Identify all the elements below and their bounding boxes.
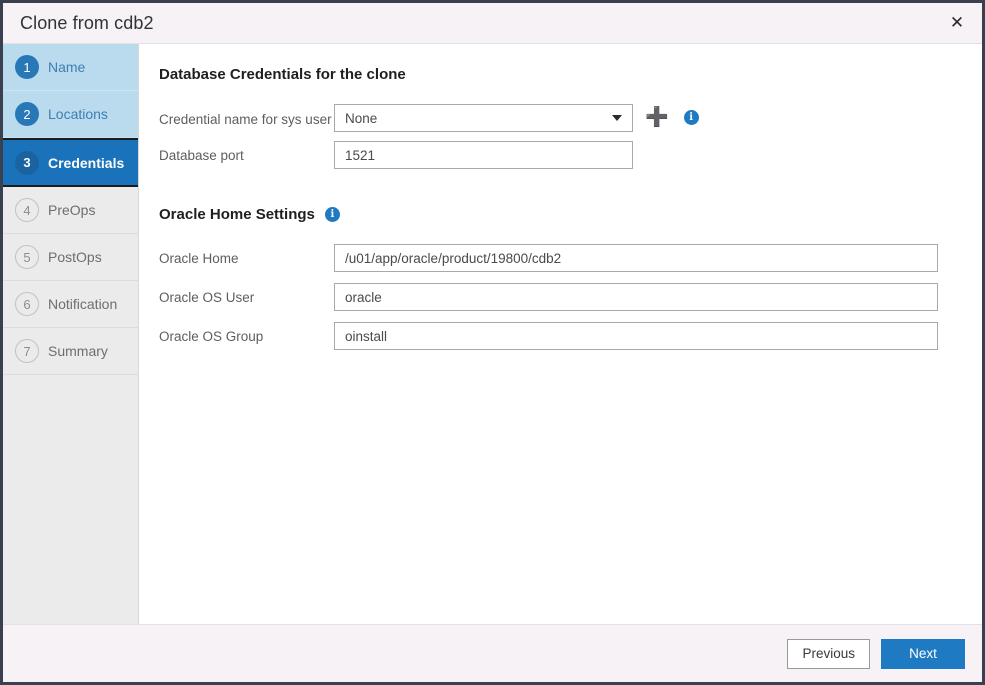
oracle-home-value: /u01/app/oracle/product/19800/cdb2 (345, 251, 561, 266)
oracle-os-group-value: oinstall (345, 329, 387, 344)
dialog-footer: Previous Next (3, 624, 982, 682)
oracle-os-user-input[interactable]: oracle (334, 283, 938, 311)
sidebar-item-label: Name (48, 59, 85, 75)
oracle-home-field-row: Oracle Home /u01/app/oracle/product/1980… (159, 244, 982, 272)
sidebar-item-label: PreOps (48, 202, 95, 218)
dialog-titlebar: Clone from cdb2 ✕ (3, 3, 982, 44)
step-number: 6 (15, 292, 39, 316)
chevron-down-icon (612, 115, 622, 121)
oracle-os-user-value: oracle (345, 290, 382, 305)
wizard-step-sidebar: 1 Name 2 Locations 3 Credentials 4 PreOp… (3, 44, 139, 624)
sidebar-item-notification[interactable]: 6 Notification (3, 281, 138, 328)
credentials-section-title: Database Credentials for the clone (159, 66, 982, 83)
step-number: 2 (15, 102, 39, 126)
oracle-home-input[interactable]: /u01/app/oracle/product/19800/cdb2 (334, 244, 938, 272)
sidebar-item-label: Summary (48, 343, 108, 359)
credential-name-select[interactable]: None (334, 104, 633, 132)
sidebar-item-postops[interactable]: 5 PostOps (3, 234, 138, 281)
step-number: 1 (15, 55, 39, 79)
sidebar-item-summary[interactable]: 7 Summary (3, 328, 138, 375)
oracle-os-group-label: Oracle OS Group (159, 322, 334, 346)
sidebar-item-label: PostOps (48, 249, 102, 265)
step-number: 3 (15, 151, 39, 175)
info-icon[interactable]: i (684, 110, 699, 125)
sidebar-item-label: Notification (48, 296, 117, 312)
credential-name-label: Credential name for sys user (159, 104, 334, 129)
oracle-os-group-field-row: Oracle OS Group oinstall (159, 322, 982, 350)
clone-wizard-dialog: Clone from cdb2 ✕ 1 Name 2 Locations 3 C… (0, 0, 985, 685)
database-port-value: 1521 (345, 148, 375, 163)
step-number: 7 (15, 339, 39, 363)
plus-icon[interactable]: ➕ (645, 108, 669, 127)
oracle-home-section-label: Oracle Home Settings (159, 206, 315, 223)
sidebar-item-credentials[interactable]: 3 Credentials (3, 138, 138, 187)
close-icon[interactable]: ✕ (944, 10, 970, 36)
sidebar-item-preops[interactable]: 4 PreOps (3, 187, 138, 234)
next-button[interactable]: Next (881, 639, 965, 669)
step-number: 5 (15, 245, 39, 269)
step-number: 4 (15, 198, 39, 222)
sidebar-item-name[interactable]: 1 Name (3, 44, 138, 91)
sidebar-item-label: Credentials (48, 155, 124, 171)
database-port-field-row: Database port 1521 (159, 141, 982, 169)
dialog-title: Clone from cdb2 (3, 13, 154, 34)
sidebar-item-locations[interactable]: 2 Locations (3, 91, 138, 138)
oracle-home-fields: Oracle Home /u01/app/oracle/product/1980… (159, 244, 982, 350)
credential-name-field-row: Credential name for sys user None ➕ i (159, 104, 982, 132)
oracle-os-user-field-row: Oracle OS User oracle (159, 283, 982, 311)
previous-button[interactable]: Previous (787, 639, 870, 669)
oracle-os-user-label: Oracle OS User (159, 283, 334, 307)
oracle-home-section-title: Oracle Home Settings i (159, 206, 982, 223)
oracle-os-group-input[interactable]: oinstall (334, 322, 938, 350)
credential-row-actions: ➕ i (633, 104, 699, 127)
credential-name-value: None (345, 111, 377, 126)
database-port-input[interactable]: 1521 (334, 141, 633, 169)
sidebar-item-label: Locations (48, 106, 108, 122)
database-port-label: Database port (159, 141, 334, 165)
dialog-body: 1 Name 2 Locations 3 Credentials 4 PreOp… (3, 44, 982, 624)
oracle-home-label: Oracle Home (159, 244, 334, 268)
info-icon[interactable]: i (325, 207, 340, 222)
wizard-content-panel: Database Credentials for the clone Crede… (139, 44, 982, 624)
